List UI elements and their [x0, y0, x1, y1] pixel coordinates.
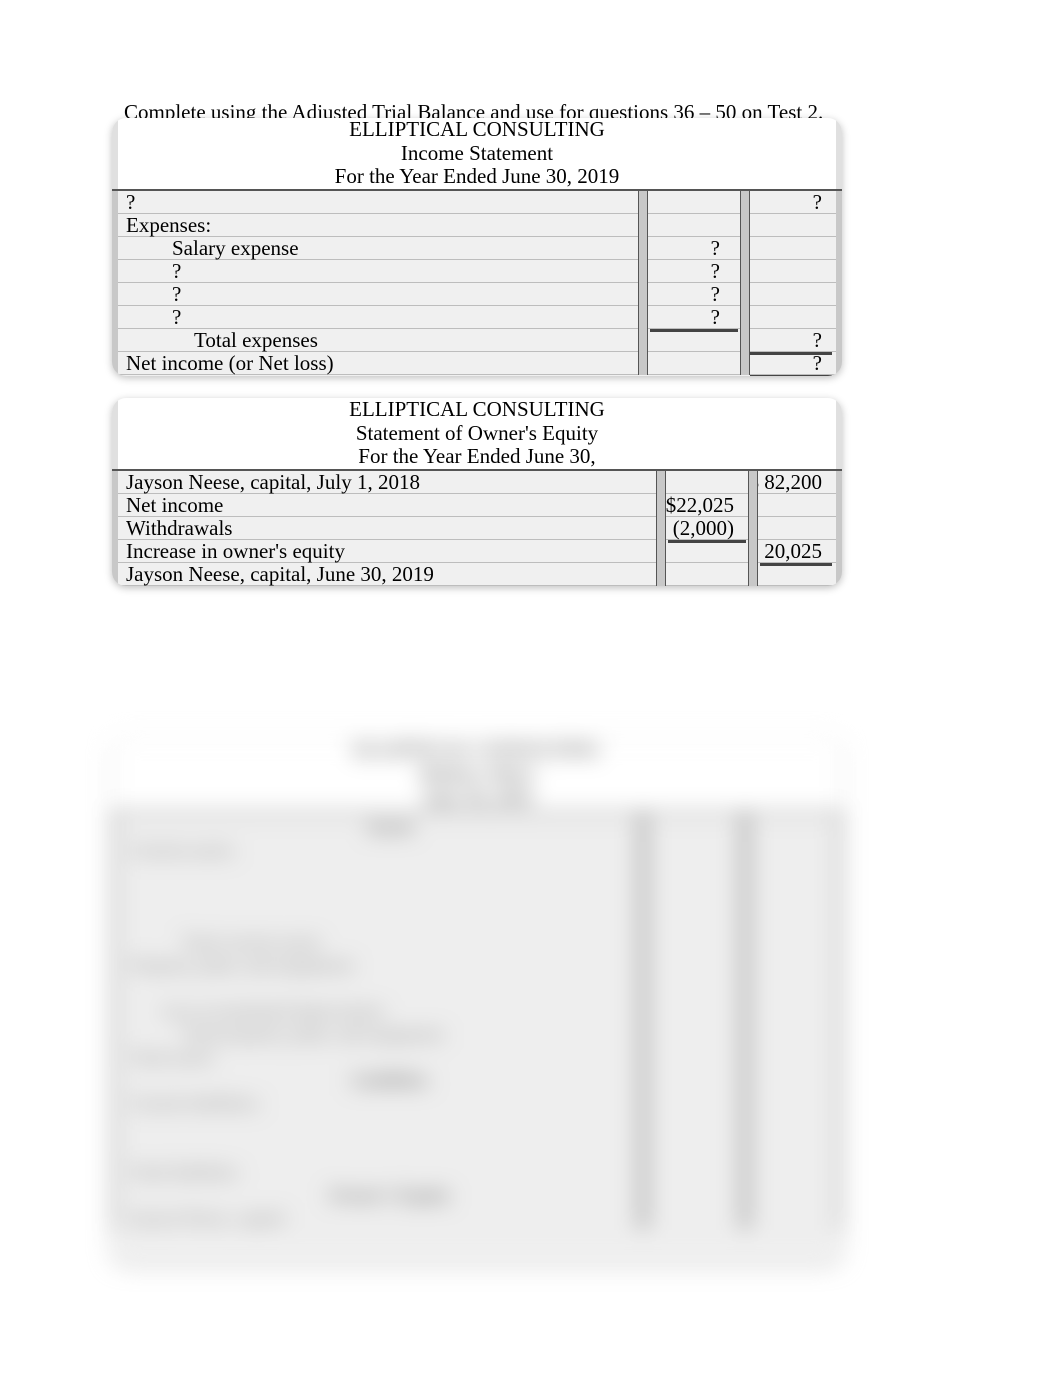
company-name: ELLIPTICAL CONSULTING [354, 740, 601, 762]
equity-header: ELLIPTICAL CONSULTING Statement of Owner… [112, 398, 842, 471]
table-row: Net income $22,025 [112, 494, 842, 517]
table-row [112, 977, 842, 1000]
table-row: Liabilities [112, 1069, 842, 1092]
company-name: ELLIPTICAL CONSULTING [122, 118, 832, 142]
income-rows: ? ? Expenses: Salary expense ? ? ? ? ? ?… [112, 191, 842, 375]
table-row: Salary expense ? [112, 237, 842, 260]
table-row: Total expenses ? [112, 329, 842, 352]
table-row: Current liabilities: [112, 1092, 842, 1115]
table-row [112, 885, 842, 908]
balance-sheet-blurred: ELLIPTICAL CONSULTING Balance Sheet June… [112, 738, 842, 1264]
table-row: ? ? [112, 306, 842, 329]
equity-rows: Jayson Neese, capital, July 1, 2018 $ 82… [112, 471, 842, 586]
table-row [112, 1138, 842, 1161]
table-row: Total assets [112, 1046, 842, 1069]
row-label: Net income [112, 493, 650, 518]
table-row: Total current assets [112, 931, 842, 954]
statement-title: Balance Sheet [420, 764, 533, 786]
income-header: ELLIPTICAL CONSULTING Income Statement F… [112, 118, 842, 191]
table-row: Property, plant, and equipment: [112, 954, 842, 977]
statement-period: June 30, 2019 [422, 788, 532, 810]
balance-rows: Assets Current assets: Total current ass… [112, 814, 842, 1230]
row-label: Increase in owner's equity [112, 539, 650, 564]
balance-header: ELLIPTICAL CONSULTING Balance Sheet June… [112, 738, 842, 814]
statement-title: Income Statement [122, 142, 832, 166]
table-row: Assets [112, 816, 842, 839]
table-row: Jayson Neese, capital, July 1, 2018 $ 82… [112, 471, 842, 494]
row-label: ? [112, 305, 632, 330]
table-row: ? ? [112, 260, 842, 283]
table-row: Jayson Neese, capital, June 30, 2019 [112, 563, 842, 586]
company-name: ELLIPTICAL CONSULTING [122, 398, 832, 422]
statement-period: For the Year Ended June 30, 2019 [122, 165, 832, 189]
row-label: Jayson Neese, capital, July 1, 2018 [112, 470, 650, 495]
row-label: Net income (or Net loss) [112, 351, 632, 376]
row-label: Jayson Neese, capital, June 30, 2019 [112, 562, 650, 586]
row-label: Expenses: [112, 213, 632, 238]
table-row: ? ? [112, 283, 842, 306]
table-row: ? ? [112, 191, 842, 214]
table-row: Expenses: [112, 214, 842, 237]
row-label: ? [112, 282, 632, 307]
table-row [112, 908, 842, 931]
table-row [112, 862, 842, 885]
table-row: Owner's Equity [112, 1184, 842, 1207]
table-row: Withdrawals (2,000) [112, 517, 842, 540]
row-label: Total expenses [112, 328, 632, 353]
table-row: Less accumulated depreciation [112, 1000, 842, 1023]
table-row: Total property, plant, and equipment [112, 1023, 842, 1046]
table-row: Net income (or Net loss) ? [112, 352, 842, 375]
row-label: ? [112, 259, 632, 284]
statement-period: For the Year Ended June 30, [122, 445, 832, 469]
statement-title: Statement of Owner's Equity [122, 422, 832, 446]
table-row: Jayson Neese, capital [112, 1207, 842, 1230]
table-row: Increase in owner's equity 20,025 [112, 540, 842, 563]
owners-equity-statement: ELLIPTICAL CONSULTING Statement of Owner… [112, 398, 842, 586]
row-label: Salary expense [112, 236, 632, 261]
table-row: Total liabilities [112, 1161, 842, 1184]
row-label: Withdrawals [112, 516, 650, 541]
table-row [112, 1115, 842, 1138]
table-row: Current assets: [112, 839, 842, 862]
row-label: ? [112, 190, 632, 215]
income-statement: ELLIPTICAL CONSULTING Income Statement F… [112, 118, 842, 376]
